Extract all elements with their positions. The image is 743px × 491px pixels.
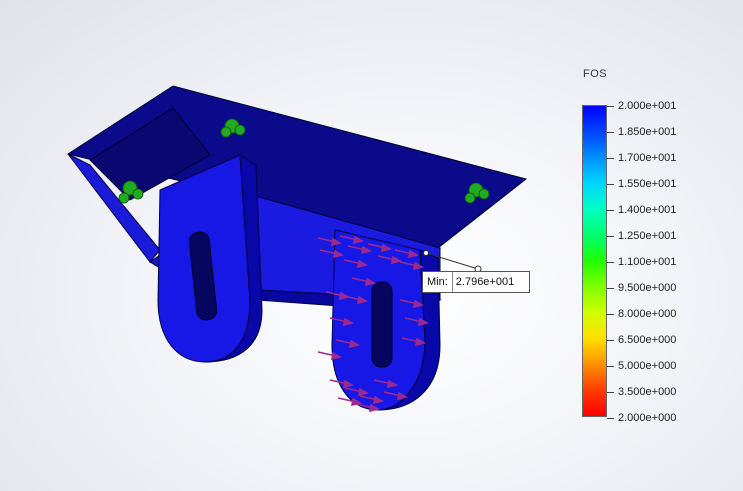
legend-title: FOS bbox=[583, 68, 608, 80]
legend-label: 2.000e+001 bbox=[618, 100, 677, 112]
legend-tick bbox=[607, 288, 614, 289]
legend-tick bbox=[607, 392, 614, 393]
legend-label: 1.550e+001 bbox=[618, 178, 677, 190]
legend-label: 6.500e+000 bbox=[618, 334, 677, 346]
legend-tick bbox=[607, 184, 614, 185]
graphics-viewport[interactable]: Min: 2.796e+001 FOS 2.000e+001 1.850e+001… bbox=[0, 0, 743, 491]
legend-label: 3.500e+000 bbox=[618, 386, 677, 398]
legend-label: 9.500e+000 bbox=[618, 282, 677, 294]
legend-label: 1.100e+001 bbox=[618, 256, 677, 268]
legend-tick bbox=[607, 236, 614, 237]
legend-label: 1.700e+001 bbox=[618, 152, 677, 164]
legend-tick bbox=[607, 314, 614, 315]
legend-tick bbox=[607, 210, 614, 211]
legend-label: 1.250e+001 bbox=[618, 230, 677, 242]
legend-label: 1.850e+001 bbox=[618, 126, 677, 138]
legend-label: 8.000e+000 bbox=[618, 308, 677, 320]
probe-point bbox=[423, 250, 429, 256]
legend-tick bbox=[607, 132, 614, 133]
legend-tick bbox=[607, 418, 614, 419]
fos-colorbar[interactable] bbox=[582, 105, 607, 417]
legend-tick bbox=[607, 158, 614, 159]
probe-min-value: 2.796e+001 bbox=[455, 276, 515, 288]
probe-result-box[interactable]: Min: 2.796e+001 bbox=[422, 271, 530, 293]
legend-tick bbox=[607, 262, 614, 263]
legend-tick bbox=[607, 106, 614, 107]
probe-min-label: Min: bbox=[423, 272, 453, 292]
legend-tick bbox=[607, 340, 614, 341]
legend-label: 5.000e+000 bbox=[618, 360, 677, 372]
right-lug-slot bbox=[371, 281, 393, 368]
legend-tick bbox=[607, 366, 614, 367]
legend-label: 2.000e+000 bbox=[618, 412, 677, 424]
legend-label: 1.400e+001 bbox=[618, 204, 677, 216]
